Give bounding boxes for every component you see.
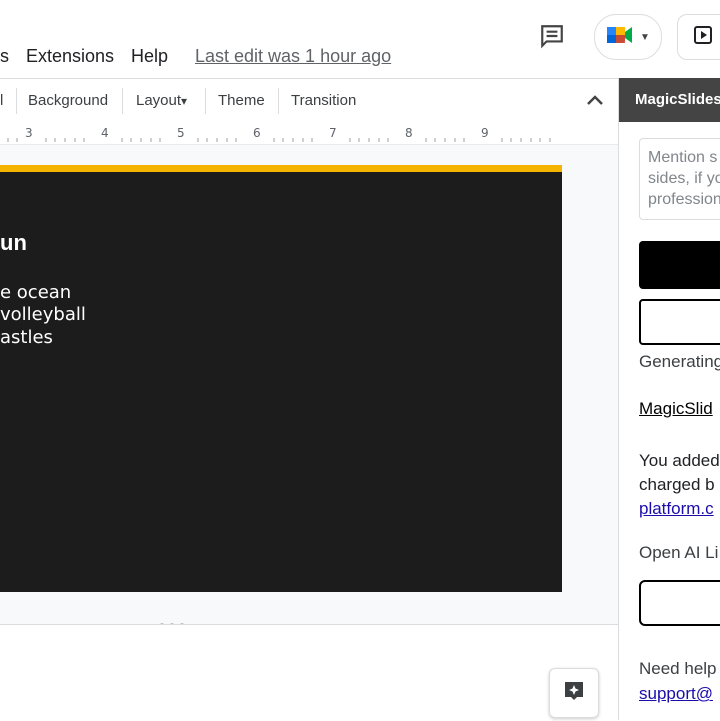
layout-label: Layout (136, 92, 182, 109)
ruler-number: 4 (101, 126, 109, 140)
play-icon (693, 25, 713, 50)
speaker-notes-area[interactable] (0, 624, 618, 721)
layout-button[interactable]: Layout▾ (136, 92, 187, 109)
toolbar-divider (16, 88, 17, 114)
menu-item-extensions[interactable]: Extensions (26, 46, 114, 67)
need-help-text: Need help (639, 659, 717, 678)
toolbar-divider (278, 88, 279, 114)
ruler-number: 7 (329, 126, 337, 140)
charged-text: charged b (639, 475, 715, 494)
slide-accent-bar (0, 165, 562, 172)
prompt-placeholder: Mention s sides, if yo profession (648, 149, 720, 208)
background-button[interactable]: Background (28, 92, 108, 109)
menu-item-help[interactable]: Help (131, 46, 168, 67)
panel-title: MagicSlides (635, 91, 720, 108)
slide[interactable] (0, 165, 562, 592)
generate-button[interactable] (639, 241, 720, 289)
horizontal-ruler (0, 124, 618, 145)
magicslides-link[interactable]: MagicSlid (639, 399, 713, 419)
openai-label: Open AI Li (639, 543, 719, 562)
prompt-textarea[interactable]: Mention s sides, if yo profession (639, 138, 720, 220)
support-email-link[interactable]: support@ (639, 684, 713, 704)
explore-button[interactable] (549, 668, 599, 718)
google-meet-icon (606, 24, 634, 51)
ruler-number: 5 (177, 126, 185, 140)
slide-bullet[interactable]: volleyball (0, 304, 86, 325)
openai-key-input[interactable] (639, 580, 720, 626)
ruler-number: 8 (405, 126, 413, 140)
toolbar-divider (122, 88, 123, 114)
explore-icon (562, 679, 586, 708)
comment-history-icon[interactable] (536, 20, 568, 52)
last-edit-link[interactable]: Last edit was 1 hour ago (195, 46, 391, 67)
slideshow-button[interactable] (677, 14, 720, 60)
meet-button[interactable]: ▼ (594, 14, 662, 60)
caret-down-icon: ▾ (181, 94, 188, 108)
toolbar-item-partial[interactable]: l (0, 92, 3, 109)
chevron-down-icon: ▼ (640, 31, 650, 43)
secondary-button[interactable] (639, 299, 720, 345)
platform-link[interactable]: platform.c (639, 499, 714, 519)
notes-resize-handle[interactable] (158, 615, 188, 627)
collapse-toolbar-icon[interactable] (585, 88, 605, 112)
menu-item-partial[interactable]: s (0, 46, 9, 67)
toolbar-divider (205, 88, 206, 114)
transition-button[interactable]: Transition (291, 92, 356, 109)
ruler-number: 9 (481, 126, 489, 140)
theme-button[interactable]: Theme (218, 92, 265, 109)
ruler-number: 3 (25, 126, 33, 140)
slide-bullet[interactable]: e ocean (0, 282, 71, 303)
added-key-text: You added (639, 451, 720, 470)
generating-status: Generating (639, 352, 720, 371)
slide-title[interactable]: un (0, 230, 27, 256)
slide-bullet[interactable]: astles (0, 327, 53, 348)
ruler-number: 6 (253, 126, 261, 140)
